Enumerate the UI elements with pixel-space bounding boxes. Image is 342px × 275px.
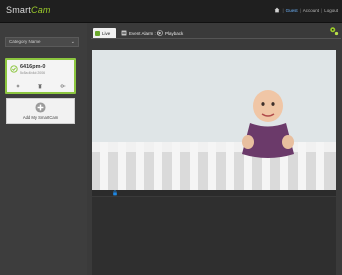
- logo-accent: Cam: [31, 5, 51, 15]
- add-camera-button[interactable]: Add My SmartCam: [6, 98, 75, 124]
- camera-card[interactable]: 6416pm-0 5c5a:4b4d:2006: [5, 58, 76, 94]
- category-select[interactable]: Category Name ⌄: [5, 37, 79, 47]
- nav-separator: |: [282, 7, 284, 13]
- tab-live-label: Live: [102, 30, 111, 36]
- live-icon: [95, 30, 100, 36]
- category-select-value: Category Name: [9, 39, 41, 44]
- camera-actions: [7, 83, 74, 89]
- camera-subtitle: 5c5a:4b4d:2006: [20, 71, 46, 75]
- add-camera-label: Add My SmartCam: [22, 115, 59, 120]
- video-info-panel: [92, 197, 336, 275]
- gear-icon[interactable]: [329, 26, 339, 36]
- video-frame: [92, 50, 336, 190]
- event-icon: [121, 30, 127, 36]
- tab-playback[interactable]: Playback: [157, 28, 183, 38]
- chevron-down-icon: ⌄: [70, 39, 75, 45]
- main-content: Live Event Alarm : 0 Playback: [88, 23, 342, 275]
- camera-status-icon: [10, 65, 18, 73]
- tab-live[interactable]: Live: [93, 28, 116, 38]
- key-icon[interactable]: [60, 83, 66, 89]
- top-bar: SmartCam | Guest | Account | Logout: [0, 0, 342, 23]
- tab-playback-label: Playback: [165, 30, 184, 36]
- logo-prefix: Smart: [6, 5, 32, 15]
- delete-icon[interactable]: [37, 83, 43, 89]
- nav-separator: |: [321, 7, 323, 13]
- app-logo: SmartCam: [6, 5, 51, 15]
- plus-circle-icon: [35, 102, 46, 113]
- video-controls: [92, 190, 336, 196]
- lock-icon[interactable]: [112, 190, 118, 196]
- nav-account-link[interactable]: Account: [303, 8, 319, 13]
- camera-name: 6416pm-0: [20, 64, 46, 70]
- nav-logout-link[interactable]: Logout: [324, 8, 338, 13]
- tab-event-alarm[interactable]: Event Alarm : 0: [121, 28, 160, 38]
- tab-event-label: Event Alarm : 0: [129, 30, 160, 36]
- nav-separator: |: [299, 7, 301, 13]
- playback-icon: [157, 30, 163, 36]
- live-video[interactable]: [92, 50, 336, 190]
- left-panel: Category Name ⌄ 6416pm-0 5c5a:4b4d:2006: [0, 23, 87, 275]
- nav-guest-link[interactable]: Guest: [286, 8, 298, 13]
- home-icon[interactable]: [274, 7, 280, 13]
- top-nav: | Guest | Account | Logout: [274, 7, 338, 13]
- settings-icon[interactable]: [15, 83, 21, 89]
- tab-bar: Live Event Alarm : 0 Playback: [91, 26, 341, 39]
